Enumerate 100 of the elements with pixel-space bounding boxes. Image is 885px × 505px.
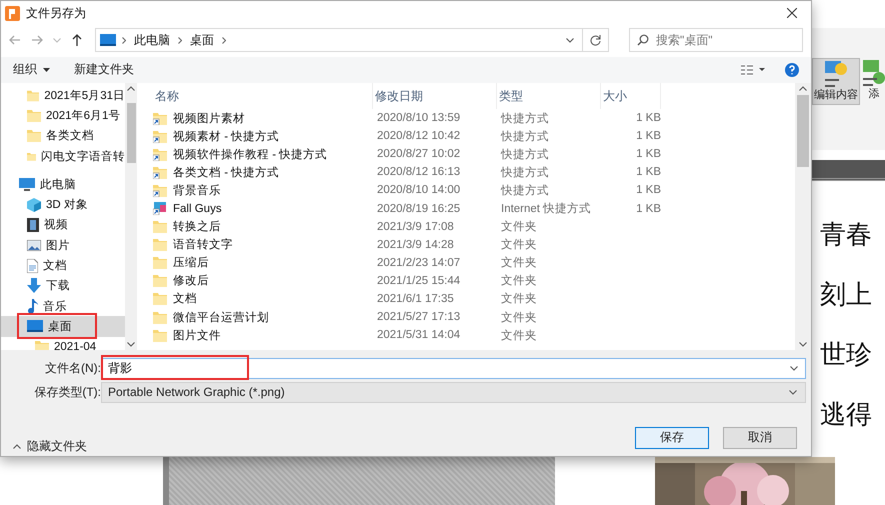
dropdown-chevron-icon — [790, 366, 798, 370]
document-text: 世珍 — [820, 341, 873, 369]
modified-date: 2020/8/10 13:59 — [376, 112, 462, 124]
chevron-up-icon — [127, 86, 135, 91]
file-size: 1 KB — [635, 130, 661, 142]
file-name[interactable]: 图片文件 — [173, 328, 221, 343]
file-name[interactable]: 视频软件操作教程 - 快捷方式 — [173, 146, 328, 162]
column-header[interactable]: 修改日期 — [373, 83, 497, 109]
file-name[interactable]: 修改后 — [173, 273, 209, 288]
sidebar-item[interactable]: 图片 — [1, 235, 125, 256]
view-options-icon[interactable] — [741, 64, 767, 75]
help-icon[interactable] — [785, 62, 799, 77]
file-name[interactable]: 背景音乐 — [173, 182, 221, 198]
file-name[interactable]: 微信平台运营计划 — [173, 310, 269, 325]
toolbar-button[interactable]: 组织 — [13, 59, 50, 80]
chevron-down-icon[interactable] — [53, 38, 61, 43]
chevron-down-icon — [127, 342, 135, 347]
sidebar-item[interactable]: 3D 对象 — [1, 194, 125, 215]
column-header[interactable]: 类型 — [497, 83, 601, 109]
modified-date: 2021/5/27 17:13 — [376, 311, 462, 324]
app-logo-icon — [5, 6, 20, 21]
scrollbar-thumb[interactable] — [797, 95, 809, 167]
desktop-icon — [27, 320, 43, 332]
modified-date: 2020/8/27 10:02 — [376, 148, 462, 160]
sidebar-item[interactable]: 2021年5月31日 — [1, 85, 125, 106]
folder-shortcut-icon — [153, 184, 167, 197]
filename-field[interactable]: 背影 — [101, 358, 806, 378]
file-name[interactable]: 视频素材 - 快捷方式 — [173, 128, 280, 144]
back-arrow-icon[interactable] — [9, 34, 21, 46]
file-size: 1 KB — [635, 148, 661, 160]
sidebar-item[interactable]: 各类文档 — [1, 126, 125, 146]
sidebar-item[interactable]: 2021年6月1号 — [1, 105, 125, 126]
modified-date: 2020/8/12 10:42 — [376, 130, 462, 142]
ribbon-button[interactable]: 添 — [862, 58, 885, 103]
window-title: 文件另存为 — [26, 4, 86, 22]
forward-arrow-icon[interactable] — [31, 34, 43, 46]
folder-icon — [27, 88, 40, 102]
folder-icon — [153, 220, 167, 234]
sidebar-item[interactable]: 下载 — [1, 276, 125, 296]
file-type: Internet 快捷方式 — [500, 201, 592, 216]
folder-icon — [153, 310, 167, 324]
close-icon[interactable] — [787, 8, 797, 18]
toolbar-button[interactable]: 新建文件夹 — [74, 59, 134, 80]
up-arrow-icon[interactable] — [71, 34, 83, 46]
folder-icon — [153, 328, 167, 342]
sidebar-item[interactable]: 视频 — [1, 214, 125, 236]
file-name[interactable]: 语音转文字 — [173, 237, 233, 252]
search-field[interactable]: 搜索"桌面" — [629, 28, 803, 52]
file-type: 文件夹 — [500, 274, 538, 288]
file-type: 文件夹 — [500, 292, 538, 306]
cube-icon — [27, 198, 41, 212]
save-button[interactable]: 保存 — [635, 426, 709, 448]
hide-folders-button[interactable]: 隐藏文件夹 — [7, 437, 93, 456]
modified-date: 2021/3/9 17:08 — [376, 220, 455, 233]
file-type: 快捷方式 — [500, 147, 550, 162]
cancel-button[interactable]: 取消 — [723, 426, 797, 448]
file-name[interactable]: 文档 — [173, 291, 197, 306]
folder-icon — [153, 292, 167, 306]
file-name[interactable]: 各类文档 - 快捷方式 — [173, 164, 280, 180]
breadcrumb-item[interactable]: 桌面 — [188, 32, 216, 49]
sidebar-item[interactable]: 桌面 — [1, 316, 125, 337]
ribbon-button[interactable]: 编辑内容 — [812, 58, 860, 105]
sidebar-item[interactable]: 文档 — [1, 255, 125, 276]
chevron-down-icon — [799, 342, 807, 347]
field-label: 保存类型(T): — [33, 384, 101, 400]
address-bar[interactable]: 此电脑 桌面 — [95, 28, 584, 52]
file-size: 1 KB — [635, 112, 661, 124]
refresh-icon[interactable] — [590, 34, 602, 46]
folder-shortcut-icon — [153, 148, 167, 161]
file-name[interactable]: 视频图片素材 — [173, 110, 245, 126]
document-icon — [27, 258, 38, 273]
folder-shortcut-icon — [153, 112, 167, 125]
folder-icon — [153, 274, 167, 288]
scrollbar-thumb[interactable] — [126, 103, 136, 163]
file-name[interactable]: Fall Guys — [173, 202, 222, 215]
sidebar-item[interactable]: 此电脑 — [1, 174, 125, 194]
modified-date: 2021/2/23 14:07 — [376, 256, 462, 269]
file-type: 文件夹 — [500, 310, 538, 325]
column-header[interactable]: 大小 — [601, 83, 661, 109]
chevron-right-icon — [222, 36, 226, 44]
scrollbar[interactable] — [795, 83, 811, 350]
sidebar-item[interactable]: 音乐 — [1, 296, 125, 316]
file-name[interactable]: 压缩后 — [173, 255, 209, 270]
folder-icon — [27, 129, 41, 142]
modified-date: 2020/8/19 16:25 — [376, 202, 462, 215]
chevron-right-icon — [178, 36, 182, 44]
breadcrumb-item[interactable]: 此电脑 — [132, 32, 172, 49]
field-label: 文件名(N): — [44, 360, 101, 376]
modified-date: 2021/5/31 14:04 — [376, 329, 462, 342]
chevron-up-icon — [799, 86, 807, 91]
scrollbar[interactable] — [125, 83, 137, 350]
image-icon — [27, 240, 41, 251]
file-type: 快捷方式 — [500, 111, 550, 126]
file-name[interactable]: 转换之后 — [173, 219, 221, 234]
column-header[interactable]: 名称 — [153, 83, 373, 109]
chevron-up-icon — [13, 444, 21, 449]
sidebar-item[interactable]: 闪电文字语音转 — [1, 146, 125, 166]
file-type: 文件夹 — [500, 220, 538, 234]
file-type-dropdown[interactable]: Portable Network Graphic (*.png) — [101, 382, 806, 402]
folder-shortcut-icon — [153, 130, 167, 143]
